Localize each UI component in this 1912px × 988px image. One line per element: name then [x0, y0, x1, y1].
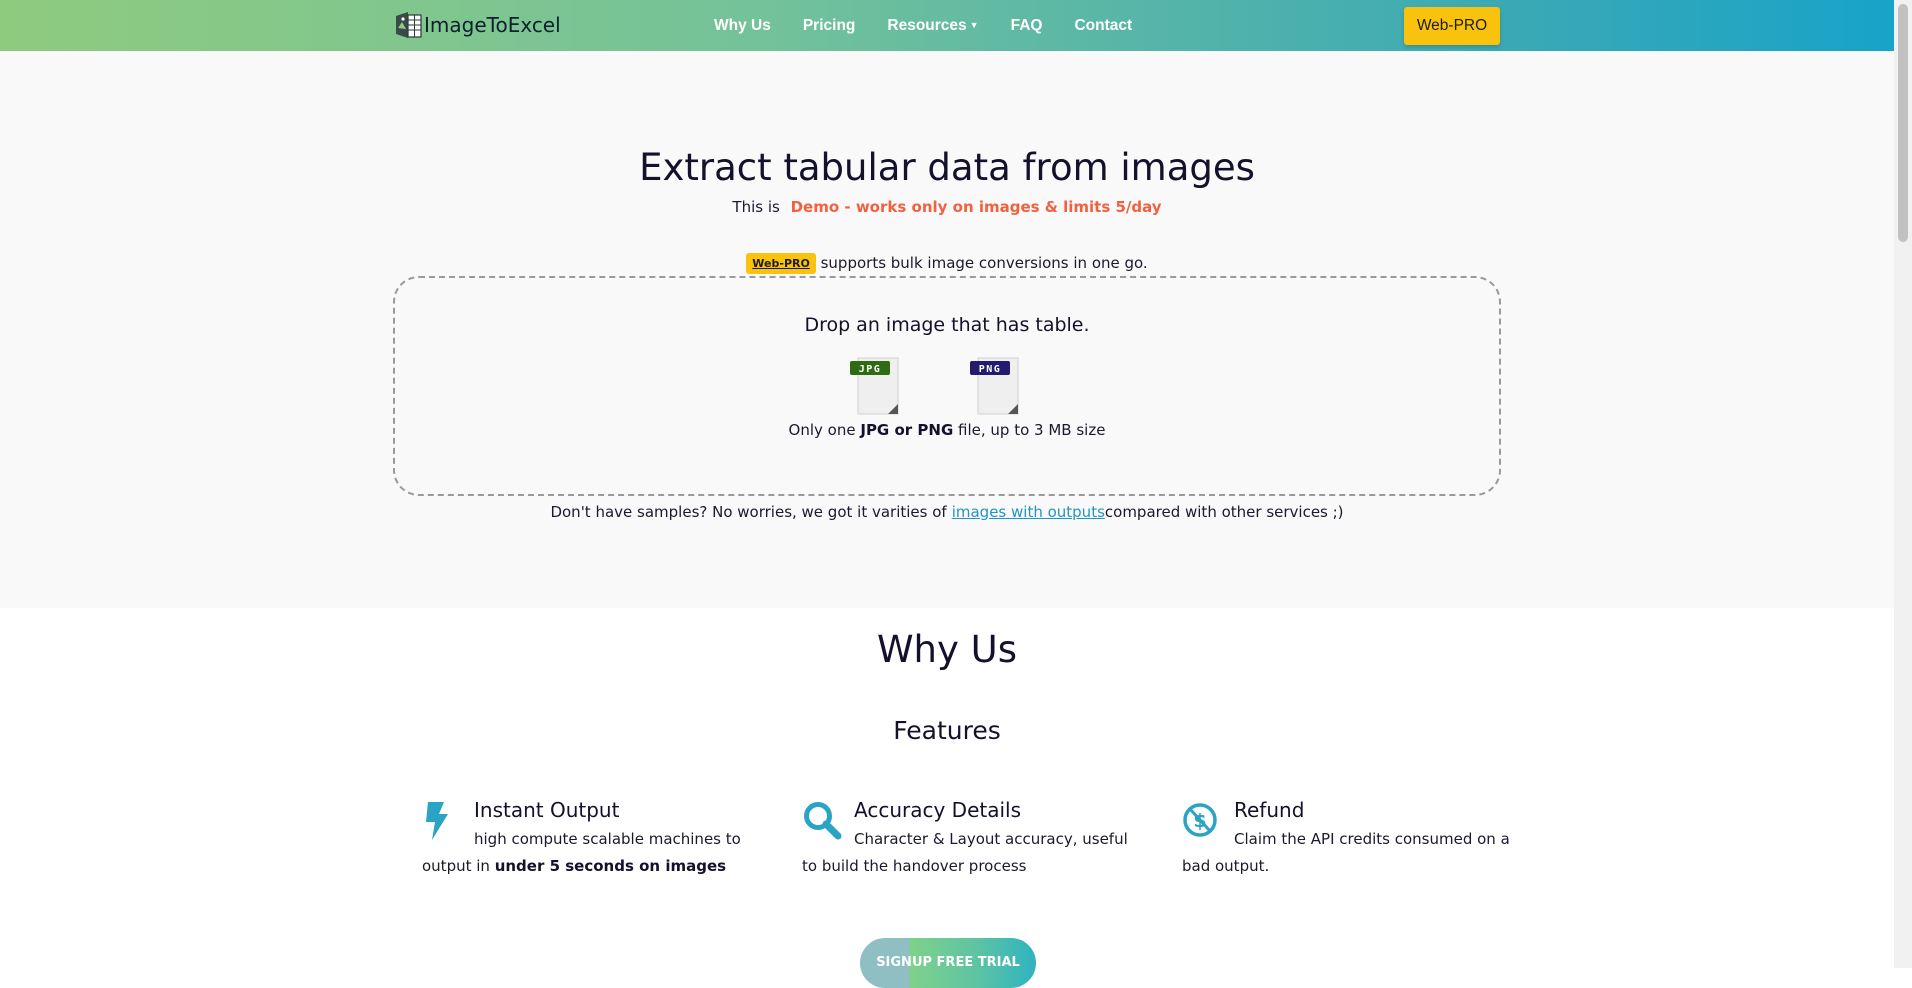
caret-down-icon: ▼: [969, 19, 979, 30]
web-pro-badge[interactable]: Web-PRO: [746, 253, 816, 274]
jpg-label: JPG: [859, 364, 882, 375]
samples-suffix: compared with other services ;): [1104, 503, 1344, 521]
nav-link-resources[interactable]: Resources ▼: [887, 17, 978, 35]
png-label: PNG: [979, 364, 1002, 375]
nav-link-faq[interactable]: FAQ: [1011, 17, 1043, 35]
demo-notice: This is Demo - works only on images & li…: [0, 198, 1894, 216]
nav-link-pricing[interactable]: Pricing: [803, 17, 856, 35]
feature-title: Refund: [1234, 798, 1305, 822]
demo-notice-prefix: This is: [732, 198, 780, 216]
jpg-file-icon: JPG: [850, 357, 899, 415]
logo[interactable]: ImageToExcel: [394, 10, 561, 40]
drop-zone-title: Drop an image that has table.: [804, 314, 1090, 336]
top-navbar: ImageToExcel Why Us Pricing Resources ▼ F…: [0, 0, 1894, 51]
features-heading: Features: [893, 716, 1001, 745]
feature-description: high compute scalable machines to output…: [422, 826, 752, 880]
demo-limit-text: Demo - works only on images & limits 5/d…: [790, 198, 1162, 216]
why-us-heading: Why Us: [876, 628, 1018, 671]
bulk-notice: Web-PRO supports bulk image conversions …: [0, 253, 1894, 274]
nav-link-why-us[interactable]: Why Us: [714, 17, 771, 35]
hero-title: Extract tabular data from images: [639, 146, 1255, 189]
samples-link[interactable]: images with outputs: [952, 503, 1105, 521]
bulk-notice-text: supports bulk image conversions in one g…: [820, 254, 1148, 272]
file-limit-prefix: Only one: [788, 421, 856, 439]
web-pro-button[interactable]: Web-PRO: [1404, 7, 1500, 45]
samples-prefix: Don't have samples? No worries, we got i…: [550, 503, 947, 521]
nav-link-contact[interactable]: Contact: [1074, 17, 1132, 35]
samples-notice: Don't have samples? No worries, we got i…: [0, 503, 1894, 521]
feature-description: Claim the API credits consumed on a bad …: [1182, 830, 1510, 875]
nav-link-resources-label: Resources: [887, 16, 967, 34]
png-file-icon: PNG: [970, 357, 1019, 415]
hero-section: Extract tabular data from images This is…: [0, 51, 1894, 608]
feature-title: Instant Output: [474, 798, 620, 822]
file-limit-note: Only one JPG or PNG file, up to 3 MB siz…: [395, 421, 1499, 439]
feature-title: Accuracy Details: [854, 798, 1022, 822]
file-limit-suffix: file, up to 3 MB size: [958, 421, 1106, 439]
feature-description: Character & Layout accuracy, useful to b…: [802, 830, 1128, 875]
file-types: JPG or PNG: [860, 421, 954, 439]
logo-text: ImageToExcel: [424, 13, 561, 37]
feature-highlight: under 5 seconds on images: [494, 857, 727, 875]
scrollbar-thumb[interactable]: [1898, 4, 1908, 242]
signup-free-trial-button[interactable]: SIGNUP FREE TRIAL: [860, 938, 1036, 988]
nav-links: Why Us Pricing Resources ▼ FAQ Contact: [714, 0, 1164, 51]
page-scrollbar[interactable]: [1894, 0, 1912, 968]
image-drop-zone[interactable]: Drop an image that has table. JPG PNG On…: [393, 276, 1501, 496]
logo-icon: [396, 12, 422, 38]
